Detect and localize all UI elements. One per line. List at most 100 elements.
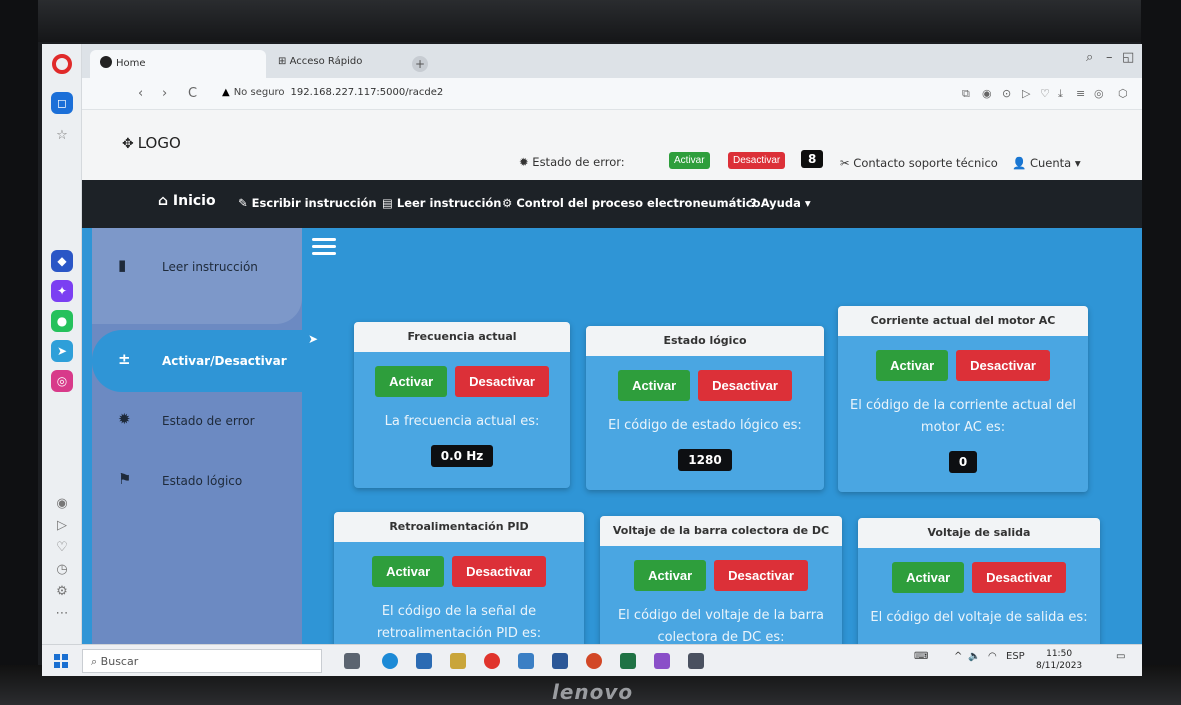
store-icon[interactable]: [416, 653, 432, 669]
more-icon[interactable]: ⋯: [54, 606, 70, 622]
activate-button[interactable]: Activar: [876, 350, 949, 381]
search-placeholder: Buscar: [100, 655, 139, 668]
telegram-icon[interactable]: ➤: [51, 340, 73, 362]
clock-time: 11:50: [1046, 649, 1073, 659]
instagram-icon[interactable]: ◎: [51, 370, 73, 392]
user-icon: 👤: [1012, 156, 1027, 170]
messenger-icon[interactable]: ✦: [51, 280, 73, 302]
laptop-bezel-top: [0, 0, 1181, 42]
mail-icon[interactable]: [518, 653, 534, 669]
camera-icon[interactable]: ◉: [982, 87, 992, 100]
aria-icon[interactable]: ◆: [51, 250, 73, 272]
tab-home[interactable]: Home: [90, 50, 266, 78]
site-logo[interactable]: ✥ LOGO: [122, 134, 181, 152]
powerpoint-icon[interactable]: [586, 653, 602, 669]
deactivate-button[interactable]: Desactivar: [698, 370, 792, 401]
plus-minus-icon: ±: [118, 350, 131, 368]
address-bar: ‹ › C ▲ No seguro 192.168.227.117:5000/rac…: [82, 78, 1142, 110]
laptop-brand: lenovo: [552, 680, 634, 704]
favorites-icon[interactable]: ♡: [1040, 87, 1050, 100]
deactivate-button[interactable]: Desactivar: [956, 350, 1050, 381]
new-tab-button[interactable]: +: [412, 56, 428, 72]
player-icon[interactable]: ◉: [54, 496, 70, 512]
nav-inicio[interactable]: ⌂ Inicio: [158, 193, 216, 209]
back-button[interactable]: ‹: [138, 86, 143, 101]
taskbar-search-input[interactable]: ⌕ Buscar: [82, 649, 322, 673]
card-title: Frecuencia actual: [354, 322, 570, 352]
activate-button[interactable]: Activar: [372, 556, 445, 587]
excel-icon[interactable]: [620, 653, 636, 669]
vpn-icon[interactable]: ⊙: [1002, 87, 1011, 100]
home-star-icon[interactable]: ☆: [54, 128, 70, 144]
sidebar-item-estado-error[interactable]: ✹ Estado de error: [92, 390, 302, 452]
word-icon[interactable]: [552, 653, 568, 669]
nav-leer-label: Leer instrucción: [396, 196, 502, 210]
windows-start-icon[interactable]: [54, 654, 68, 668]
search-tabs-icon[interactable]: ⌕: [1086, 50, 1093, 65]
workspace-icon[interactable]: ◻: [51, 92, 73, 114]
gear-logo-icon: ✥: [122, 136, 134, 152]
app-icon[interactable]: [654, 653, 670, 669]
reload-button[interactable]: C: [188, 86, 197, 101]
sidebar-item-leer-instruccion[interactable]: ▮ Leer instrucción: [92, 236, 302, 298]
task-view-icon[interactable]: [344, 653, 360, 669]
keyboard-icon[interactable]: ⌨: [914, 651, 928, 662]
send-icon[interactable]: ▷: [54, 518, 70, 534]
edge-icon[interactable]: [382, 653, 398, 669]
minimize-button[interactable]: –: [1106, 50, 1113, 65]
easy-setup-icon[interactable]: ≡: [1076, 87, 1085, 100]
maximize-button[interactable]: ◱: [1122, 50, 1134, 65]
card-text: El código de estado lógico es:: [608, 418, 802, 433]
sidebar-item-activar-desactivar[interactable]: ± Activar/Desactivar: [92, 330, 302, 392]
opera-taskbar-icon[interactable]: [484, 653, 500, 669]
tray-up-icon[interactable]: ^: [954, 651, 962, 662]
tab-acceso-rapido[interactable]: ⊞ Acceso Rápido: [268, 50, 404, 78]
card-estado-logico: Estado lógico Activar Desactivar El códig…: [586, 326, 824, 490]
security-label: No seguro: [233, 87, 285, 98]
settings-icon[interactable]: ⚙: [54, 584, 70, 600]
whatsapp-icon[interactable]: ●: [51, 310, 73, 332]
support-link[interactable]: ✂ Contacto soporte técnico: [840, 156, 998, 170]
volume-icon[interactable]: 🔈: [968, 651, 980, 662]
account-dropdown[interactable]: 👤 Cuenta ▾: [1012, 156, 1081, 170]
forward-button[interactable]: ›: [162, 86, 167, 101]
nav-control[interactable]: ⚙ Control del proceso electroneumático: [502, 196, 761, 210]
main-navbar: ⌂ Inicio ✎ Escribir instrucción ▤ Leer i…: [82, 180, 1142, 228]
history-icon[interactable]: ◷: [54, 562, 70, 578]
menu-toggle-icon[interactable]: [312, 238, 336, 256]
tab-label: Home: [116, 58, 146, 69]
activate-button[interactable]: Activar: [892, 562, 965, 593]
heart-icon[interactable]: ♡: [54, 540, 70, 556]
file-explorer-icon[interactable]: [450, 653, 466, 669]
activate-button[interactable]: Activar: [634, 560, 707, 591]
profile-icon[interactable]: ◎: [1094, 87, 1104, 100]
deactivate-button[interactable]: Desactivar: [972, 562, 1066, 593]
nav-ayuda[interactable]: ? Ayuda ▾: [750, 196, 811, 210]
activate-button[interactable]: Activar: [618, 370, 691, 401]
snapshot-icon[interactable]: ⧉: [962, 87, 970, 101]
opera-logo-icon[interactable]: [52, 54, 72, 74]
deactivate-button[interactable]: Desactivar: [452, 556, 546, 587]
notifications-icon[interactable]: ▭: [1116, 651, 1125, 662]
deactivate-button[interactable]: Desactivar: [714, 560, 808, 591]
deactivate-button[interactable]: Desactivar: [455, 366, 549, 397]
nav-escribir[interactable]: ✎ Escribir instrucción: [238, 196, 377, 210]
taskbar-clock[interactable]: 11:50 8/11/2023: [1036, 648, 1082, 672]
settings-taskbar-icon[interactable]: [688, 653, 704, 669]
language-indicator[interactable]: ESP: [1006, 651, 1025, 662]
header-deactivate-button[interactable]: Desactivar: [728, 152, 786, 169]
download-icon[interactable]: ⤓: [1058, 87, 1063, 101]
cogs-icon: ⚙: [502, 196, 517, 210]
nav-control-label: Control del proceso electroneumático: [516, 196, 761, 210]
wifi-icon[interactable]: ◠: [988, 651, 997, 662]
card-title: Estado lógico: [586, 326, 824, 356]
activate-button[interactable]: Activar: [375, 366, 448, 397]
player-toolbar-icon[interactable]: ▷: [1022, 87, 1030, 100]
extension-icon[interactable]: ⬡: [1118, 87, 1128, 100]
sidebar-item-label: Estado de error: [162, 414, 255, 428]
nav-leer[interactable]: ▤ Leer instrucción: [382, 196, 501, 210]
url-field[interactable]: ▲ No seguro 192.168.227.117:5000/racde2: [222, 87, 443, 98]
top-navbar: ✥ LOGO ✹ Estado de error: Activar Desacti…: [82, 110, 1142, 180]
header-activate-button[interactable]: Activar: [669, 152, 710, 169]
sidebar-item-estado-logico[interactable]: ⚑ Estado lógico: [92, 450, 302, 512]
